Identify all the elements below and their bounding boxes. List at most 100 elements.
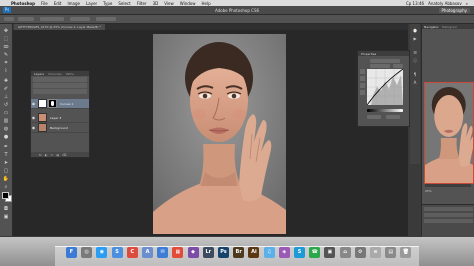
dock-app-icon[interactable]: Ai [248, 247, 260, 258]
history-brush-tool-icon[interactable]: ↺ [2, 102, 10, 108]
zoom-tool-icon[interactable]: ⌕ [2, 184, 10, 190]
tab-histogram[interactable]: Histogram [442, 25, 458, 29]
menu-image[interactable]: Image [64, 1, 83, 6]
layer-mask-thumbnail[interactable] [48, 99, 57, 108]
tab-paths[interactable]: Paths [65, 72, 75, 76]
menu-view[interactable]: View [161, 1, 177, 6]
character-panel-icon[interactable]: A [412, 80, 418, 86]
spotlight-icon[interactable]: ⌕ [466, 1, 468, 6]
visibility-eye-icon[interactable]: ◉ [31, 125, 36, 130]
dock-app-icon[interactable]: ♫ [263, 247, 275, 258]
lasso-tool-icon[interactable]: ꝏ [2, 44, 10, 50]
menu-select[interactable]: Select [115, 1, 133, 6]
dock-app-icon[interactable]: ▣ [324, 247, 336, 258]
panel-row[interactable] [424, 213, 473, 217]
menu-type[interactable]: Type [100, 1, 115, 6]
dock-app-icon[interactable]: Ps [218, 247, 229, 258]
menu-edit[interactable]: Edit [51, 1, 65, 6]
navigator-preview[interactable] [424, 82, 474, 184]
type-tool-icon[interactable]: T [2, 152, 10, 158]
blend-mode-row[interactable] [33, 83, 87, 88]
output-value-field[interactable] [386, 115, 400, 119]
lock-row[interactable] [33, 89, 87, 94]
pen-tool-icon[interactable]: ✒ [2, 144, 10, 150]
path-select-tool-icon[interactable]: ➤ [2, 160, 10, 166]
layer-filter-row[interactable] [33, 77, 87, 82]
channel-select[interactable] [370, 64, 390, 68]
layer-name[interactable]: Layer 3 [50, 116, 61, 120]
dock-app-icon[interactable]: ≡ [370, 247, 381, 258]
panel-row[interactable] [424, 219, 473, 223]
menu-app[interactable]: Photoshop [8, 1, 38, 6]
clock[interactable]: Ср 13:46 [406, 1, 424, 6]
move-tool-icon[interactable]: ✥ [2, 28, 10, 34]
layer-row-background[interactable]: ◉ Background [31, 123, 89, 133]
user-name[interactable]: Anatoly Abbasov [428, 1, 462, 6]
hand-tool-icon[interactable]: ✋ [2, 176, 10, 182]
tab-navigator[interactable]: Navigator [424, 25, 439, 29]
layer-name[interactable]: Background [50, 126, 68, 130]
zoom-value[interactable]: 25% [425, 189, 432, 193]
dock-app-icon[interactable]: ⌂ [339, 247, 351, 258]
dock-app-icon[interactable]: F [66, 247, 77, 258]
paragraph-panel-icon[interactable]: ¶ [412, 72, 418, 78]
blur-tool-icon[interactable]: ◍ [2, 126, 10, 132]
info-panel-icon[interactable]: ⓘ [412, 58, 418, 64]
dock-app-icon[interactable]: ◆ [187, 247, 199, 258]
dodge-tool-icon[interactable]: ● [2, 134, 10, 140]
black-point-eyedropper-icon[interactable] [360, 83, 365, 88]
menu-filter[interactable]: Filter [134, 1, 150, 6]
dock-app-icon[interactable]: ✉ [157, 247, 169, 258]
dock-app-icon[interactable]: Br [233, 247, 245, 258]
point-tool-icon[interactable] [360, 69, 365, 74]
dock-app-icon[interactable]: S [111, 247, 123, 258]
mask-icon[interactable]: ▭ [50, 153, 53, 157]
clone-stamp-tool-icon[interactable]: ⊥ [2, 94, 10, 100]
tab-channels[interactable]: Channels [47, 72, 63, 76]
dock-app-icon[interactable]: Lr [202, 247, 214, 258]
healing-brush-tool-icon[interactable]: ✚ [2, 78, 10, 84]
layer-name[interactable]: Curves 1 [60, 102, 73, 106]
crop-tool-icon[interactable]: ⌗ [2, 60, 10, 66]
flow-field[interactable] [96, 17, 116, 21]
dock-app-icon[interactable]: C [126, 247, 138, 258]
dock-app-icon[interactable]: ⚙ [354, 247, 366, 258]
mode-select[interactable] [40, 17, 64, 21]
panel-row[interactable] [424, 207, 473, 211]
history-panel-icon[interactable]: ⌚ [412, 28, 418, 34]
eraser-tool-icon[interactable]: ▭ [2, 110, 10, 116]
eyedropper-tool-icon[interactable]: ⌇ [2, 68, 10, 74]
brush-tool-icon[interactable]: ✐ [2, 86, 10, 92]
dock-app-icon[interactable]: S [294, 247, 305, 258]
screen-mode-icon[interactable]: ▣ [2, 214, 10, 220]
dock-app-icon[interactable]: ◉ [96, 247, 108, 258]
actions-panel-icon[interactable]: ▶ [412, 36, 418, 42]
opacity-field[interactable] [70, 17, 90, 21]
new-layer-icon[interactable]: ▤ [56, 153, 59, 157]
curves-preset-select[interactable] [370, 59, 400, 63]
tab-layers[interactable]: Layers [33, 72, 45, 76]
quick-select-tool-icon[interactable]: ✎ [2, 52, 10, 58]
tool-preset-picker[interactable] [4, 17, 14, 21]
adjustment-layer-icon[interactable]: ◐ [45, 153, 48, 157]
curves-graph[interactable] [367, 69, 403, 105]
layer-row-curves[interactable]: ◉ Curves 1 [31, 99, 89, 109]
dock-app-icon[interactable]: 🗑 [400, 247, 412, 258]
shape-tool-icon[interactable]: ▢ [2, 168, 10, 174]
menu-help[interactable]: Help [199, 1, 214, 6]
fx-icon[interactable]: fx [39, 153, 42, 157]
auto-button[interactable] [393, 64, 403, 68]
dock-app-icon[interactable]: ◎ [81, 247, 93, 258]
visibility-eye-icon[interactable]: ◉ [31, 101, 36, 106]
trash-icon[interactable]: ⌫ [62, 153, 66, 157]
input-value-field[interactable] [367, 115, 381, 119]
white-point-eyedropper-icon[interactable] [360, 90, 365, 95]
menu-3d[interactable]: 3D [150, 1, 162, 6]
properties-panel-icon[interactable]: ☰ [412, 50, 418, 56]
portrait-photo[interactable] [153, 34, 286, 234]
dock-app-icon[interactable]: A [142, 247, 153, 258]
dock-app-icon[interactable]: ☎ [309, 247, 321, 258]
dock-app-icon[interactable]: ▦ [172, 247, 184, 258]
zoom-slider[interactable] [425, 184, 471, 187]
menu-layer[interactable]: Layer [83, 1, 100, 6]
